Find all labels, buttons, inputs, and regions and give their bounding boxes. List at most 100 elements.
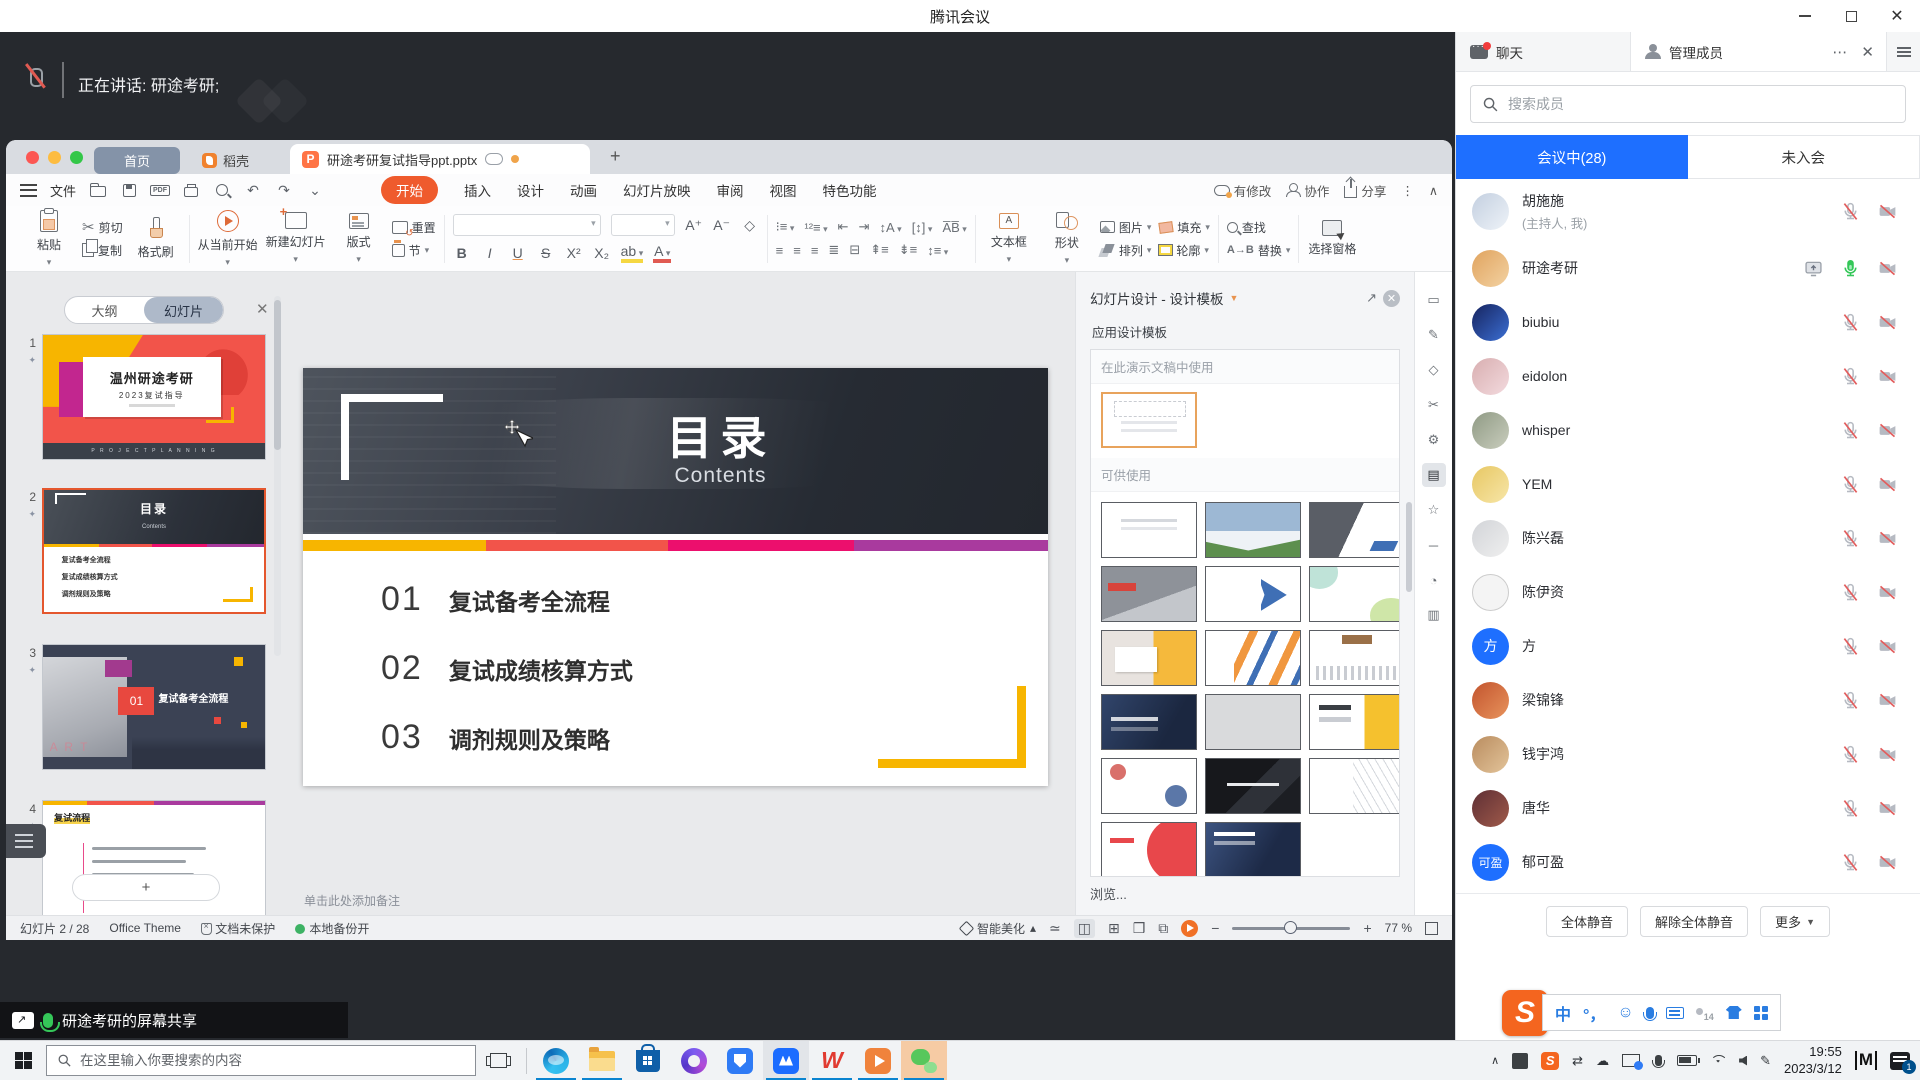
taskbar-app-security[interactable] [717,1041,763,1080]
browse-templates-link[interactable]: 浏览... [1090,884,1127,903]
ime-toolbox-icon[interactable] [1754,1006,1768,1020]
dropdown-caret-icon[interactable]: ▼ [1230,293,1239,303]
camera-off-icon[interactable] [1877,528,1898,549]
start-button[interactable] [0,1052,46,1069]
protection-status[interactable]: 文档未保护 [201,920,275,937]
selection-pane-button[interactable]: 选择窗格 [1307,220,1357,257]
zoom-in-button[interactable]: + [1363,920,1371,936]
template-thumbnail[interactable] [1205,822,1301,877]
template-thumbnail[interactable] [1309,758,1400,814]
template-thumbnail[interactable] [1205,502,1301,558]
shapes-button[interactable]: 形状 [1042,212,1092,266]
member-row[interactable]: eidolon [1456,349,1920,403]
tray-cloud-icon[interactable]: ☁ [1596,1053,1609,1069]
member-row[interactable]: 可盈 郁可盈 [1456,835,1920,889]
panel-close-icon[interactable]: ✕ [256,300,269,318]
spacing-after-icon[interactable]: ⇟≡ [899,242,917,258]
close-panel-icon[interactable]: ✕ [1383,290,1400,307]
properties-icon[interactable]: ▭ [1422,288,1446,312]
new-tab-button[interactable]: + [610,146,621,167]
tray-mic-icon[interactable] [1655,1055,1662,1066]
decrease-indent-icon[interactable]: ⇤ [838,219,849,235]
template-thumbnail[interactable] [1101,630,1197,686]
numbered-list-icon[interactable]: ¹²≡ [804,220,827,235]
collaborate-button[interactable]: 协作 [1286,181,1329,200]
zoom-slider-thumb[interactable] [1284,921,1297,934]
undo-icon[interactable]: ↶ [244,182,262,198]
thumbnail-scrollbar[interactable] [274,296,281,656]
arrange-button[interactable]: 排列 [1100,242,1152,259]
tray-cast-icon[interactable] [1622,1054,1640,1067]
play-from-current-button[interactable]: 从当前开始 [198,210,258,268]
highlight-color-button[interactable]: ab [621,243,644,263]
member-row[interactable]: biubiu [1456,295,1920,349]
new-slide-button[interactable]: 新建幻灯片 [266,212,326,265]
bold-button[interactable]: B [453,245,471,261]
edit-icon[interactable]: ✎ [1422,323,1446,347]
align-center-icon[interactable]: ≡ [793,243,801,258]
backup-status[interactable]: 本地备份开 [295,920,369,937]
member-row[interactable]: YEM [1456,457,1920,511]
ribbon-tab-animation[interactable]: 动画 [570,180,597,200]
replace-button[interactable]: A→B替换 [1227,242,1290,259]
mic-muted-icon[interactable] [1840,366,1861,387]
slideshow-settings-icon[interactable]: ⧉ [1158,920,1168,937]
taskbar-search-input[interactable] [80,1053,440,1068]
window-traffic-lights[interactable] [26,151,83,164]
ime-emoji-icon[interactable]: ☺ [1617,1004,1633,1022]
reset-button[interactable]: 重置 [392,219,436,236]
tray-settings-icon[interactable]: ⇄ [1572,1053,1583,1069]
template-thumbnail[interactable] [1101,502,1197,558]
mic-muted-icon[interactable] [1840,474,1861,495]
taskbar-app-edge[interactable] [533,1041,579,1080]
ribbon-tab-features[interactable]: 特色功能 [823,180,877,200]
design-pane-icon[interactable]: ▤ [1422,463,1446,487]
slide-thumbnail-3[interactable]: 3✦ A R T 01 复试备考全流程 [14,644,266,770]
zoom-out-button[interactable]: − [1211,920,1219,936]
template-thumbnail[interactable] [1101,758,1197,814]
maximize-button[interactable] [1828,0,1874,32]
taskbar-app-wechat[interactable] [901,1041,947,1080]
paragraph-spacing-icon[interactable]: ↕≡ [927,243,948,258]
increase-indent-icon[interactable]: ⇥ [859,219,870,235]
mute-all-button[interactable]: 全体静音 [1546,906,1628,937]
grid-pane-icon[interactable]: ▥ [1422,603,1446,627]
taskbar-clock[interactable]: 19:55 2023/3/12 [1784,1044,1842,1077]
copy-button[interactable]: 复制 [82,242,123,259]
superscript-button[interactable]: X² [565,245,583,261]
font-name-select[interactable] [453,214,601,236]
camera-off-icon[interactable] [1877,366,1898,387]
close-button[interactable]: ✕ [1874,0,1920,32]
template-thumbnail[interactable] [1101,822,1197,877]
zoom-level[interactable]: 77 % [1385,921,1412,935]
picture-button[interactable]: 图片 [1100,219,1152,236]
ime-mode-chinese[interactable]: 中 [1555,1001,1571,1025]
find-button[interactable]: 查找 [1227,219,1290,236]
slide-thumbnail-1[interactable]: 1✦ 温州研途考研 2023复试指导 P R O J E C T P L A N… [14,334,266,460]
design-panel-scrollbar[interactable] [1406,502,1412,592]
tray-sogou-icon[interactable]: S [1541,1052,1559,1070]
ime-skin-icon[interactable] [1726,1006,1742,1019]
clear-format-icon[interactable]: ◇ [741,217,759,234]
mic-muted-icon[interactable] [1840,312,1861,333]
member-row[interactable]: 陈兴磊 [1456,511,1920,565]
play-slideshow-button[interactable] [1181,920,1198,937]
camera-off-icon[interactable] [1877,852,1898,873]
add-slide-button[interactable]: + [72,874,220,901]
template-thumbnail[interactable] [1205,694,1301,750]
italic-button[interactable]: I [481,245,499,261]
align-right-icon[interactable]: ≡ [811,243,819,258]
camera-off-icon[interactable] [1877,312,1898,333]
mic-muted-icon[interactable] [1840,798,1861,819]
template-thumbnail[interactable] [1309,566,1400,622]
panel-more-icon[interactable]: ⋯ [1832,43,1847,61]
clear-format-icon[interactable]: ◇ [1422,358,1446,382]
bullet-list-icon[interactable]: ⁝≡ [776,219,795,235]
mic-active-icon[interactable] [1840,258,1861,279]
template-thumbnail[interactable] [1309,502,1400,558]
subscript-button[interactable]: X₂ [593,245,611,261]
member-search-box[interactable] [1470,85,1906,123]
taskbar-app-explorer[interactable] [579,1041,625,1080]
tab-slides[interactable]: 幻灯片 [144,297,223,323]
notes-placeholder[interactable]: 单击此处添加备注 [304,892,400,909]
